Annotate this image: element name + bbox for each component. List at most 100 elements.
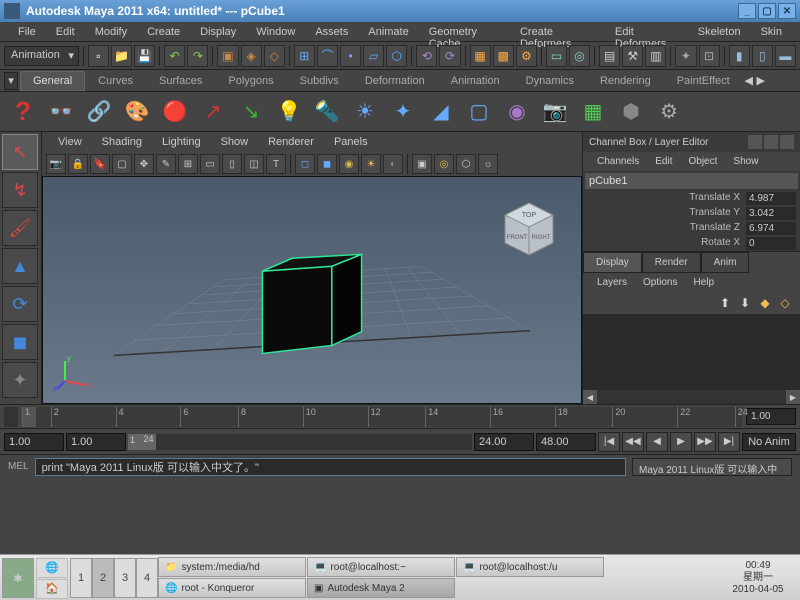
shelf-shader-icon[interactable]: ⬢ <box>614 95 648 129</box>
vp-menu-panels[interactable]: Panels <box>324 134 378 150</box>
shelf-tab-rendering[interactable]: Rendering <box>587 71 664 91</box>
shelf-tab-deformation[interactable]: Deformation <box>352 71 438 91</box>
attr-translate-x-val[interactable]: 4.987 <box>746 192 796 205</box>
vp-lights-icon[interactable]: ☀ <box>361 154 381 174</box>
go-start-icon[interactable]: |◀ <box>598 432 620 452</box>
shelf-visor-icon[interactable]: 👓 <box>44 95 78 129</box>
vp-image-plane-icon[interactable]: ▢ <box>112 154 132 174</box>
shelf-tab-painteffects[interactable]: PaintEffect <box>664 71 743 91</box>
ch-menu-channels[interactable]: Channels <box>589 154 647 169</box>
play-back-icon[interactable]: ◀ <box>646 432 668 452</box>
task-item-3[interactable]: 🌐root - Konqueror <box>158 578 306 598</box>
range-end-field[interactable] <box>474 433 534 451</box>
shelf-tab-curves[interactable]: Curves <box>85 71 146 91</box>
snap-point-icon[interactable]: • <box>340 45 361 67</box>
shelf-area-icon[interactable]: ◢ <box>424 95 458 129</box>
ch-menu-show[interactable]: Show <box>725 154 766 169</box>
shelf-texture-icon[interactable]: ▦ <box>576 95 610 129</box>
desktop-4[interactable]: 4 <box>136 558 158 598</box>
shelf-tab-dynamics[interactable]: Dynamics <box>513 71 587 91</box>
last-tool-icon[interactable]: ✦ <box>2 362 38 398</box>
render-icon[interactable]: ▦ <box>470 45 491 67</box>
go-end-icon[interactable]: ▶| <box>718 432 740 452</box>
open-scene-icon[interactable]: 📁 <box>111 45 132 67</box>
layer-new-selected-icon[interactable]: ◇ <box>776 294 794 312</box>
desktop-2[interactable]: 2 <box>92 558 114 598</box>
range-start-field[interactable] <box>66 433 126 451</box>
layer-move-up-icon[interactable]: ⬆ <box>716 294 734 312</box>
paint-select-icon[interactable]: 🖌 <box>2 210 38 246</box>
start-menu-icon[interactable]: ✱ <box>2 558 34 598</box>
vp-film-gate-icon[interactable]: ▭ <box>200 154 220 174</box>
menu-create-deformers[interactable]: Create Deformers <box>510 24 605 39</box>
layer-scrollbar[interactable]: ◀ ▶ <box>583 390 800 404</box>
vp-2d-pan-icon[interactable]: ✥ <box>134 154 154 174</box>
menu-set-dropdown[interactable]: Animation <box>4 46 79 66</box>
render-settings-icon[interactable]: ⚙ <box>516 45 537 67</box>
shelf-connect-icon[interactable]: ↘ <box>234 95 268 129</box>
shelf-tab-polygons[interactable]: Polygons <box>215 71 286 91</box>
shelf-camera-icon[interactable]: 📷 <box>538 95 572 129</box>
anim-end-field[interactable] <box>536 433 596 451</box>
shelf-scroll-right-icon[interactable]: ▶ <box>755 74 767 87</box>
vp-shadows-icon[interactable]: ◐ <box>383 154 403 174</box>
layer-menu-layers[interactable]: Layers <box>589 275 635 290</box>
new-scene-icon[interactable]: ▫ <box>88 45 109 67</box>
step-back-icon[interactable]: ◀◀ <box>622 432 644 452</box>
shelf-hypergraph-icon[interactable]: 🔗 <box>82 95 116 129</box>
shelf-tab-general[interactable]: General <box>20 71 85 91</box>
shelf-menu-icon[interactable]: ▾ <box>4 72 18 90</box>
vp-lock-camera-icon[interactable]: 🔒 <box>68 154 88 174</box>
layer-list[interactable] <box>583 314 800 390</box>
select-tool-icon[interactable]: ↖ <box>2 134 38 170</box>
vp-grease-icon[interactable]: ✎ <box>156 154 176 174</box>
shelf-ambient-icon[interactable]: ◉ <box>500 95 534 129</box>
vp-isolate-icon[interactable]: ▣ <box>412 154 432 174</box>
step-fwd-icon[interactable]: ▶▶ <box>694 432 716 452</box>
layer-new-empty-icon[interactable]: ◆ <box>756 294 774 312</box>
shelf-volume-icon[interactable]: ▢ <box>462 95 496 129</box>
panel-icon-2[interactable] <box>764 135 778 149</box>
task-item-2[interactable]: 💻root@localhost:/u <box>456 557 604 577</box>
snap-plane-icon[interactable]: ▱ <box>363 45 384 67</box>
scroll-left-icon[interactable]: ◀ <box>583 390 597 404</box>
layer-tab-anim[interactable]: Anim <box>701 252 750 273</box>
vp-menu-lighting[interactable]: Lighting <box>152 134 211 150</box>
snap-grid-icon[interactable]: ⊞ <box>294 45 315 67</box>
layer-menu-help[interactable]: Help <box>685 275 722 290</box>
toggle-channel-icon[interactable]: ▬ <box>775 45 796 67</box>
layer-menu-options[interactable]: Options <box>635 275 685 290</box>
anim-start-field[interactable] <box>4 433 64 451</box>
task-item-1[interactable]: 💻root@localhost:~ <box>307 557 455 577</box>
menu-edit[interactable]: Edit <box>46 24 85 39</box>
shelf-settings-icon[interactable]: ⚙ <box>652 95 686 129</box>
shelf-scroll-left-icon[interactable]: ◀ <box>743 74 755 87</box>
menu-window[interactable]: Window <box>246 24 305 39</box>
select-hierarchy-icon[interactable]: ▣ <box>217 45 238 67</box>
panel-icon-3[interactable] <box>780 135 794 149</box>
rotate-tool-icon[interactable]: ⟳ <box>2 286 38 322</box>
desktop-3[interactable]: 3 <box>114 558 136 598</box>
panel-icon-1[interactable] <box>748 135 762 149</box>
selected-cube[interactable] <box>262 254 361 353</box>
history-off-icon[interactable]: ⟳ <box>439 45 460 67</box>
vp-wireframe-icon[interactable]: ◻ <box>295 154 315 174</box>
snap-curve-icon[interactable]: ⌒ <box>317 45 338 67</box>
vp-bookmark-icon[interactable]: 🔖 <box>90 154 110 174</box>
undo-icon[interactable]: ↶ <box>164 45 185 67</box>
quick-launch-1[interactable]: 🌐 <box>36 558 68 578</box>
shelf-help-icon[interactable]: ? <box>6 95 40 129</box>
show-manip-icon[interactable]: ✦ <box>675 45 696 67</box>
shelf-tab-surfaces[interactable]: Surfaces <box>146 71 215 91</box>
menu-assets[interactable]: Assets <box>305 24 358 39</box>
vp-xray-joints-icon[interactable]: ⬡ <box>456 154 476 174</box>
menu-animate[interactable]: Animate <box>358 24 418 39</box>
tool-settings-icon[interactable]: ⚒ <box>622 45 643 67</box>
time-slider-arrow-left[interactable] <box>4 407 18 427</box>
menu-create[interactable]: Create <box>137 24 190 39</box>
scroll-right-icon[interactable]: ▶ <box>786 390 800 404</box>
vp-resolution-icon[interactable]: ▯ <box>222 154 242 174</box>
ch-menu-edit[interactable]: Edit <box>647 154 680 169</box>
vp-exposure-icon[interactable]: ☼ <box>478 154 498 174</box>
range-thumb[interactable]: 1 24 <box>128 434 156 450</box>
